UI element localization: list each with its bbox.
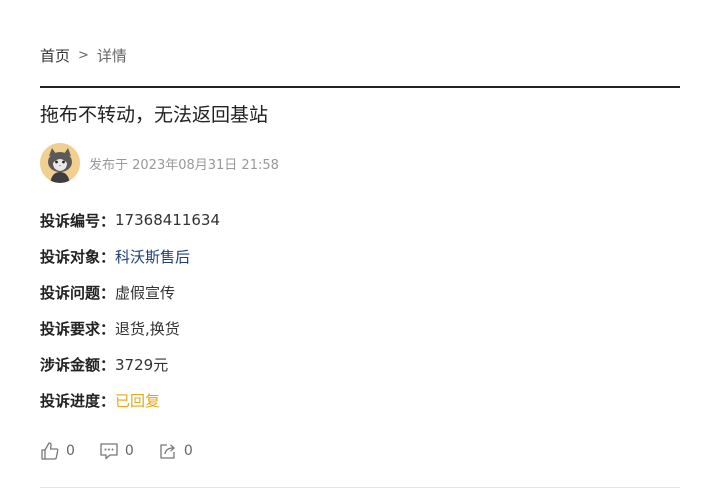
field-complaint-target: 投诉对象： 科沃斯售后	[40, 238, 220, 274]
like-count: 0	[66, 443, 75, 459]
publish-time: 发布于 2023年08月31日 21:58	[89, 157, 279, 173]
field-complaint-id: 投诉编号： 17368411634	[40, 202, 220, 238]
comment-count: 0	[124, 443, 134, 459]
status-badge: 已回复	[115, 391, 161, 410]
breadcrumb-separator: >	[78, 47, 89, 63]
share-button[interactable]: 0	[158, 441, 193, 461]
field-value: 3729元	[115, 355, 169, 374]
comment-button[interactable]: 0	[99, 441, 134, 461]
comment-icon	[100, 443, 118, 460]
field-complaint-amount: 涉诉金额： 3729元	[40, 346, 220, 382]
like-button[interactable]: 0	[40, 441, 75, 461]
field-complaint-issue: 投诉问题： 虚假宣传	[40, 274, 220, 310]
field-label: 涉诉金额：	[40, 355, 116, 374]
share-icon	[160, 444, 175, 459]
field-label: 投诉对象：	[40, 247, 116, 266]
field-label: 投诉编号：	[40, 211, 116, 230]
field-value: 17368411634	[115, 211, 220, 229]
breadcrumb-home[interactable]: 首页	[40, 45, 70, 66]
page-title: 拖布不转动，无法返回基站	[40, 104, 269, 126]
breadcrumb-current: 详情	[96, 46, 127, 65]
title-divider	[40, 86, 680, 88]
complaint-info: 投诉编号： 17368411634 投诉对象： 科沃斯售后 投诉问题： 虚假宣传…	[40, 202, 220, 418]
action-bar: 0 0 0	[40, 440, 217, 462]
breadcrumb: 首页 > 详情	[40, 45, 127, 65]
share-count: 0	[183, 443, 193, 459]
cat-avatar-icon	[40, 143, 80, 183]
field-complaint-demand: 投诉要求： 退货,换货	[40, 310, 220, 346]
field-complaint-progress: 投诉进度： 已回复	[40, 382, 220, 418]
complaint-target-link[interactable]: 科沃斯售后	[115, 246, 190, 267]
field-value: 退货,换货	[115, 319, 180, 338]
complaint-detail-page: 首页 > 详情 拖布不转动，无法返回基站 发布于 2023年08月31日 21:…	[0, 0, 712, 495]
field-value: 虚假宣传	[115, 283, 176, 302]
field-label: 投诉问题：	[40, 283, 116, 302]
thumbs-up-icon	[41, 442, 59, 460]
field-label: 投诉进度：	[40, 391, 116, 410]
field-label: 投诉要求：	[40, 319, 116, 338]
author-row: 发布于 2023年08月31日 21:58	[40, 143, 279, 183]
avatar[interactable]	[40, 143, 80, 183]
bottom-divider	[40, 487, 680, 488]
